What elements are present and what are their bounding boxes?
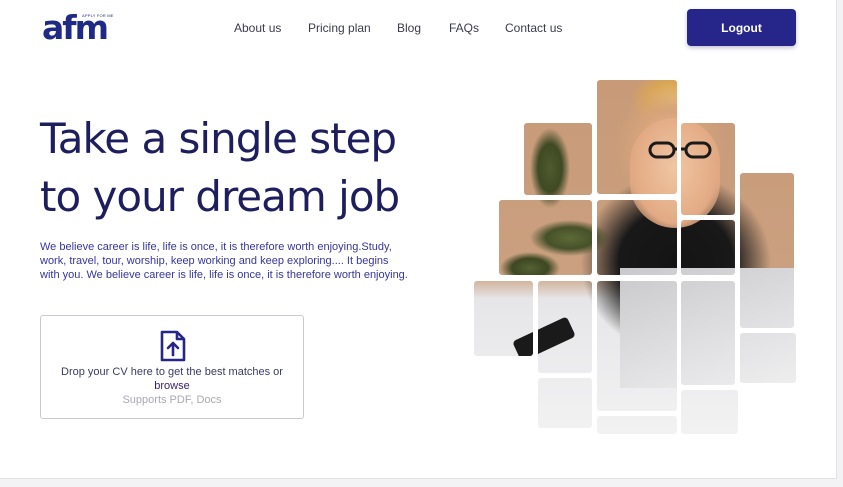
- nav-about-us[interactable]: About us: [234, 19, 281, 37]
- afm-logo[interactable]: afm APPLY FOR ME: [40, 10, 113, 46]
- hero-title: Take a single step to your dream job: [40, 110, 460, 226]
- logout-button[interactable]: Logout: [687, 9, 796, 46]
- nav-faqs[interactable]: FAQs: [449, 19, 479, 37]
- hero-image-collage: [470, 78, 800, 434]
- hero-title-line-2: to your dream job: [40, 172, 400, 221]
- dropzone-hint: Supports PDF, Docs: [122, 394, 222, 406]
- logo-tagline: APPLY FOR ME: [82, 13, 114, 18]
- file-upload-icon: [160, 330, 186, 362]
- nav-pricing-plan[interactable]: Pricing plan: [308, 19, 371, 37]
- nav-blog[interactable]: Blog: [397, 19, 421, 37]
- nav-contact-us[interactable]: Contact us: [505, 19, 562, 37]
- dropzone-text: Drop your CV here to get the best matche…: [61, 366, 283, 378]
- browse-link[interactable]: browse: [41, 379, 303, 393]
- cv-dropzone[interactable]: Drop your CV here to get the best matche…: [40, 315, 304, 419]
- collage-tile-mask: [470, 78, 800, 434]
- hero-subtitle: We believe career is life, life is once,…: [40, 241, 408, 281]
- hero-title-line-1: Take a single step: [40, 114, 397, 163]
- landing-page: afm APPLY FOR ME About us Pricing plan B…: [0, 0, 837, 479]
